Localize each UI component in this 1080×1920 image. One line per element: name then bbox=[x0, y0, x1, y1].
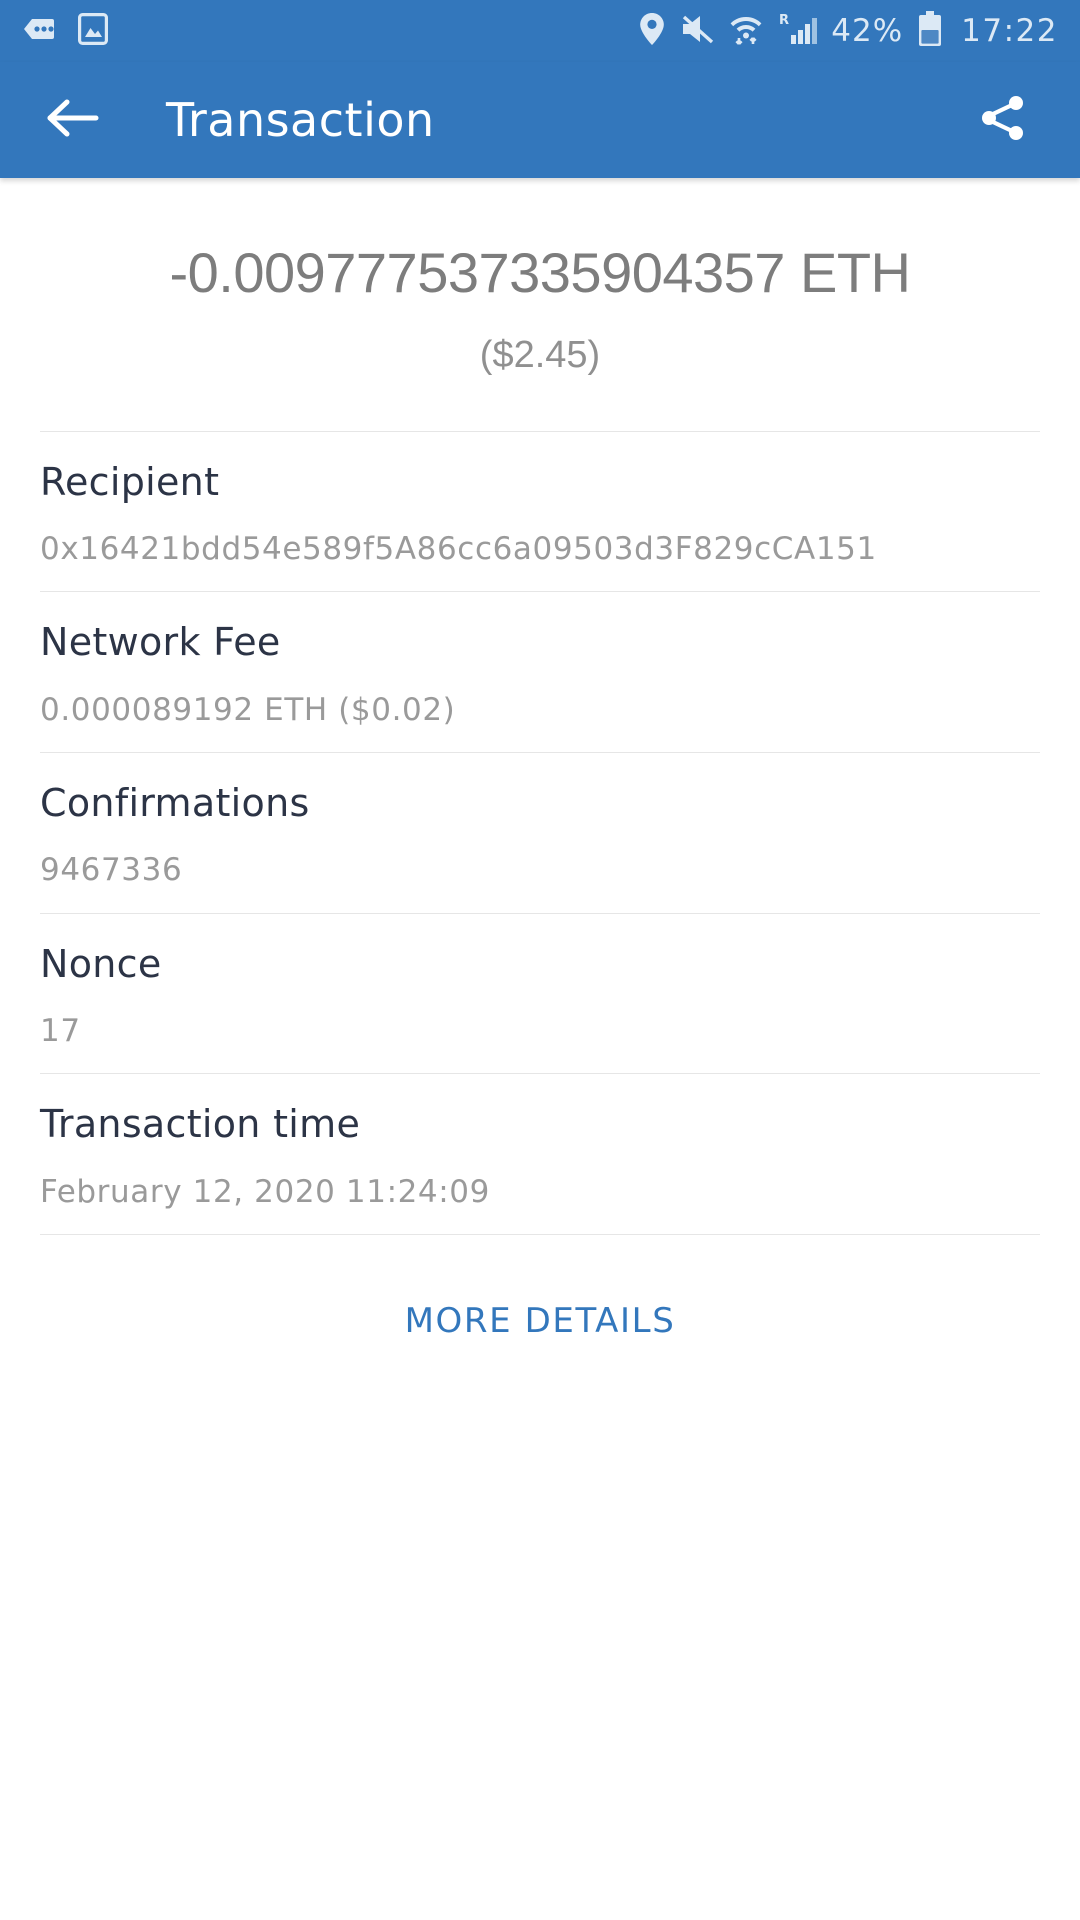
back-button[interactable] bbox=[40, 87, 106, 153]
battery-icon bbox=[917, 11, 943, 51]
detail-label: Confirmations bbox=[40, 780, 310, 825]
wifi-data-transfer-icon bbox=[729, 11, 763, 51]
location-pin-icon bbox=[639, 12, 665, 50]
transaction-fiat-amount: ($2.45) bbox=[479, 333, 601, 376]
page-title: Transaction bbox=[166, 93, 435, 147]
detail-row-recipient[interactable]: Recipient 0x16421bdd54e589f5A86cc6a09503… bbox=[40, 430, 1040, 593]
detail-value: February 12, 2020 11:24:09 bbox=[40, 1173, 490, 1210]
detail-label: Transaction time bbox=[40, 1102, 361, 1147]
app-bar: Transaction bbox=[0, 62, 1080, 178]
status-bar-system-icons: R 42% 17:22 bbox=[639, 11, 1058, 51]
detail-label: Recipient bbox=[40, 459, 220, 504]
detail-value: 9467336 bbox=[40, 852, 183, 889]
roaming-signal-icon: R bbox=[777, 11, 818, 51]
status-bar-clock: 17:22 bbox=[961, 12, 1058, 49]
transaction-detail-content: -0.009777537335904357 ETH ($2.45) Recipi… bbox=[0, 178, 1080, 1352]
status-bar: R 42% 17:22 bbox=[0, 0, 1080, 62]
detail-row-confirmations[interactable]: Confirmations 9467336 bbox=[40, 753, 1040, 914]
share-button[interactable] bbox=[970, 87, 1036, 153]
detail-value: 0.000089192 ETH ($0.02) bbox=[40, 691, 456, 728]
share-icon bbox=[978, 93, 1028, 147]
detail-row-network-fee[interactable]: Network Fee 0.000089192 ETH ($0.02) bbox=[40, 592, 1040, 753]
screenshot-image-icon bbox=[78, 13, 108, 49]
status-bar-notification-icons bbox=[22, 13, 108, 49]
detail-label: Nonce bbox=[40, 941, 162, 986]
chat-bubble-dots-icon bbox=[22, 14, 56, 48]
transaction-amount: -0.009777537335904357 ETH bbox=[169, 241, 911, 304]
more-details-container: MORE DETAILS bbox=[0, 1291, 1080, 1351]
detail-value: 0x16421bdd54e589f5A86cc6a09503d3F829cCA1… bbox=[40, 530, 877, 567]
detail-label: Network Fee bbox=[40, 620, 281, 665]
transaction-detail-list: Recipient 0x16421bdd54e589f5A86cc6a09503… bbox=[0, 430, 1080, 1236]
detail-value: 17 bbox=[40, 1013, 81, 1050]
volume-mute-icon bbox=[679, 13, 715, 49]
detail-row-transaction-time[interactable]: Transaction time February 12, 2020 11:24… bbox=[40, 1074, 1040, 1236]
svg-text:R: R bbox=[779, 13, 789, 28]
more-details-button[interactable]: MORE DETAILS bbox=[385, 1291, 696, 1351]
battery-percent-label: 42% bbox=[831, 12, 904, 49]
arrow-left-icon bbox=[46, 97, 100, 143]
detail-row-nonce[interactable]: Nonce 17 bbox=[40, 914, 1040, 1075]
